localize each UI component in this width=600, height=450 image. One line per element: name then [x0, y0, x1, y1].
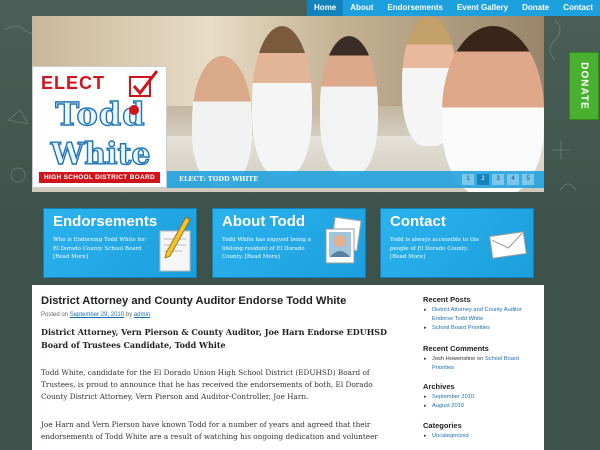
sidebar-heading: Categories	[423, 421, 462, 430]
comment-on: on	[476, 356, 484, 362]
apple-icon	[129, 105, 139, 115]
envelope-icon	[489, 231, 527, 259]
logo-last-name: White	[50, 136, 151, 172]
post-meta: Posted on September 29, 2010 by admin	[41, 312, 150, 318]
teacher-figure	[442, 26, 544, 192]
sidebar-archives: Archives September 2010 August 2010	[423, 382, 538, 411]
donate-tab-label: DONATE	[578, 62, 590, 110]
comment-author: Josh Howenstine	[432, 356, 476, 362]
student-figure	[192, 56, 252, 186]
post-author-link[interactable]: admin	[134, 312, 150, 318]
post-paragraph: Joe Harn and Vern Pierson have known Tod…	[41, 420, 378, 441]
meta-by: by	[125, 312, 133, 318]
feature-title: About Todd	[222, 213, 306, 230]
meta-prefix: Posted on	[41, 312, 69, 318]
slider-page-button[interactable]: 3	[492, 174, 504, 185]
feature-text[interactable]: Who is Endorsing Todd White for El Dorad…	[53, 236, 148, 262]
feature-text[interactable]: Todd is always accessible to the people …	[390, 236, 485, 262]
recent-post-link[interactable]: District Attorney and County Auditor End…	[423, 306, 538, 324]
category-link[interactable]: Uncategorized	[423, 432, 538, 441]
post-title[interactable]: District Attorney and County Auditor End…	[41, 295, 346, 307]
slider-page-button[interactable]: 4	[507, 174, 519, 185]
slider-caption-bar: ELECT: TODD WHITE 1 2 3 4 5	[167, 171, 544, 188]
sidebar-heading: Recent Comments	[423, 344, 489, 353]
archive-link[interactable]: August 2010	[423, 402, 538, 411]
main-content-area: District Attorney and County Auditor End…	[32, 285, 544, 450]
slider-page-button[interactable]: 1	[462, 174, 474, 185]
feature-title: Endorsements	[53, 213, 158, 230]
feature-title: Contact	[390, 213, 446, 230]
photo-portrait-icon	[325, 217, 362, 264]
sidebar-recent-comments: Recent Comments Josh Howenstine on Schoo…	[423, 344, 538, 373]
feature-about-todd[interactable]: About Todd Todd White has enjoyed being …	[212, 208, 366, 278]
post-paragraph: Todd White, candidate for the El Dorado …	[41, 368, 373, 401]
sidebar-categories: Categories Uncategorized	[423, 421, 538, 441]
nav-endorsements[interactable]: Endorsements	[380, 0, 450, 16]
archive-link[interactable]: September 2010	[423, 393, 538, 402]
nav-donate[interactable]: Donate	[515, 0, 556, 16]
student-figure	[252, 26, 312, 176]
campaign-logo[interactable]: ELECT Todd White HIGH SCHOOL DISTRICT BO…	[32, 66, 167, 188]
post-date-link[interactable]: September 29, 2010	[70, 312, 124, 318]
student-figure	[320, 36, 378, 176]
sidebar-heading: Archives	[423, 382, 455, 391]
feature-contact[interactable]: Contact Todd is always accessible to the…	[380, 208, 534, 278]
nav-about[interactable]: About	[343, 0, 380, 16]
recent-comment-item: Josh Howenstine on School Board Prioriti…	[423, 355, 538, 373]
sidebar-recent-posts: Recent Posts District Attorney and Count…	[423, 295, 538, 333]
slider-pager: 1 2 3 4 5	[462, 174, 534, 185]
post-lead: District Attorney, Vern Pierson & County…	[41, 327, 387, 350]
slider-page-button[interactable]: 5	[522, 174, 534, 185]
feature-endorsements[interactable]: Endorsements Who is Endorsing Todd White…	[43, 208, 197, 278]
sidebar-heading: Recent Posts	[423, 295, 471, 304]
recent-post-link[interactable]: School Board Priorities	[423, 324, 538, 333]
slider-caption: ELECT: TODD WHITE	[179, 175, 259, 183]
logo-elect-text: ELECT	[41, 73, 106, 93]
donate-side-tab[interactable]: DONATE	[569, 52, 599, 120]
nav-event-gallery[interactable]: Event Gallery	[450, 0, 515, 16]
logo-first-name: Todd	[55, 94, 146, 133]
logo-tagline: HIGH SCHOOL DISTRICT BOARD	[39, 172, 160, 183]
pen-on-paper-icon	[159, 216, 191, 272]
main-nav: Home About Endorsements Event Gallery Do…	[307, 0, 600, 16]
slider-page-button-current[interactable]: 2	[477, 174, 489, 185]
nav-contact[interactable]: Contact	[556, 0, 600, 16]
nav-home[interactable]: Home	[307, 0, 344, 16]
feature-text[interactable]: Todd White has enjoyed being a lifelong …	[222, 236, 317, 262]
